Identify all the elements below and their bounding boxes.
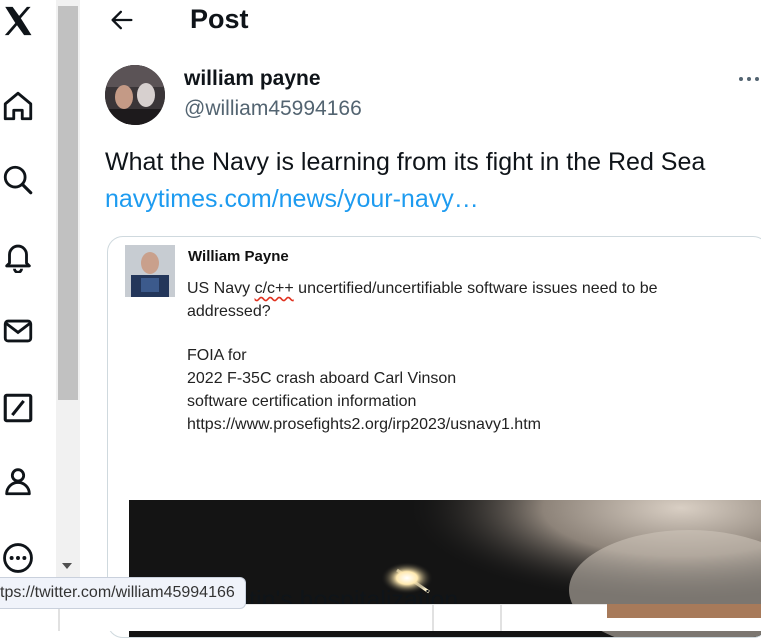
post-text: What the Navy is learning from its fight… xyxy=(105,148,706,176)
post-link[interactable]: navytimes.com/news/your-navy… xyxy=(105,185,479,214)
scrollbar[interactable] xyxy=(56,0,80,630)
embed-line-4: 2022 F-35C crash aboard Carl Vinson xyxy=(187,370,457,387)
more-options-icon[interactable] xyxy=(739,72,761,86)
embed-author-name: William Payne xyxy=(188,248,289,265)
grok-icon[interactable] xyxy=(0,390,36,426)
back-arrow-icon[interactable] xyxy=(108,6,136,34)
background-thumbnail xyxy=(607,604,761,618)
x-logo-icon[interactable] xyxy=(0,3,36,39)
embed-author-photo xyxy=(125,245,175,297)
notifications-icon[interactable] xyxy=(0,238,36,274)
more-circle-icon[interactable] xyxy=(0,540,36,576)
display-name[interactable]: william payne xyxy=(184,67,321,91)
embed-line-1: US Navy c/c++ uncertified/uncertifiable … xyxy=(187,280,658,297)
post-column: Post william payne @william45994166 What… xyxy=(80,0,761,638)
search-icon[interactable] xyxy=(0,162,36,198)
scroll-down-arrow-icon[interactable] xyxy=(62,563,72,569)
embed-line-3: FOIA for xyxy=(187,347,247,364)
page-title: Post xyxy=(190,4,249,34)
status-bar-url: tps://twitter.com/william45994166 xyxy=(0,577,246,609)
embed-line-2: addressed? xyxy=(187,303,271,320)
profile-icon[interactable] xyxy=(0,463,36,499)
messages-icon[interactable] xyxy=(0,313,36,349)
home-icon[interactable] xyxy=(0,88,36,124)
user-handle[interactable]: @william45994166 xyxy=(184,97,362,121)
embed-line-6: https://www.prosefights2.org/irp2023/usn… xyxy=(187,416,541,433)
scroll-thumb[interactable] xyxy=(58,6,78,400)
avatar[interactable] xyxy=(105,65,165,125)
left-nav xyxy=(0,0,56,630)
embed-line-5: software certification information xyxy=(187,393,417,410)
